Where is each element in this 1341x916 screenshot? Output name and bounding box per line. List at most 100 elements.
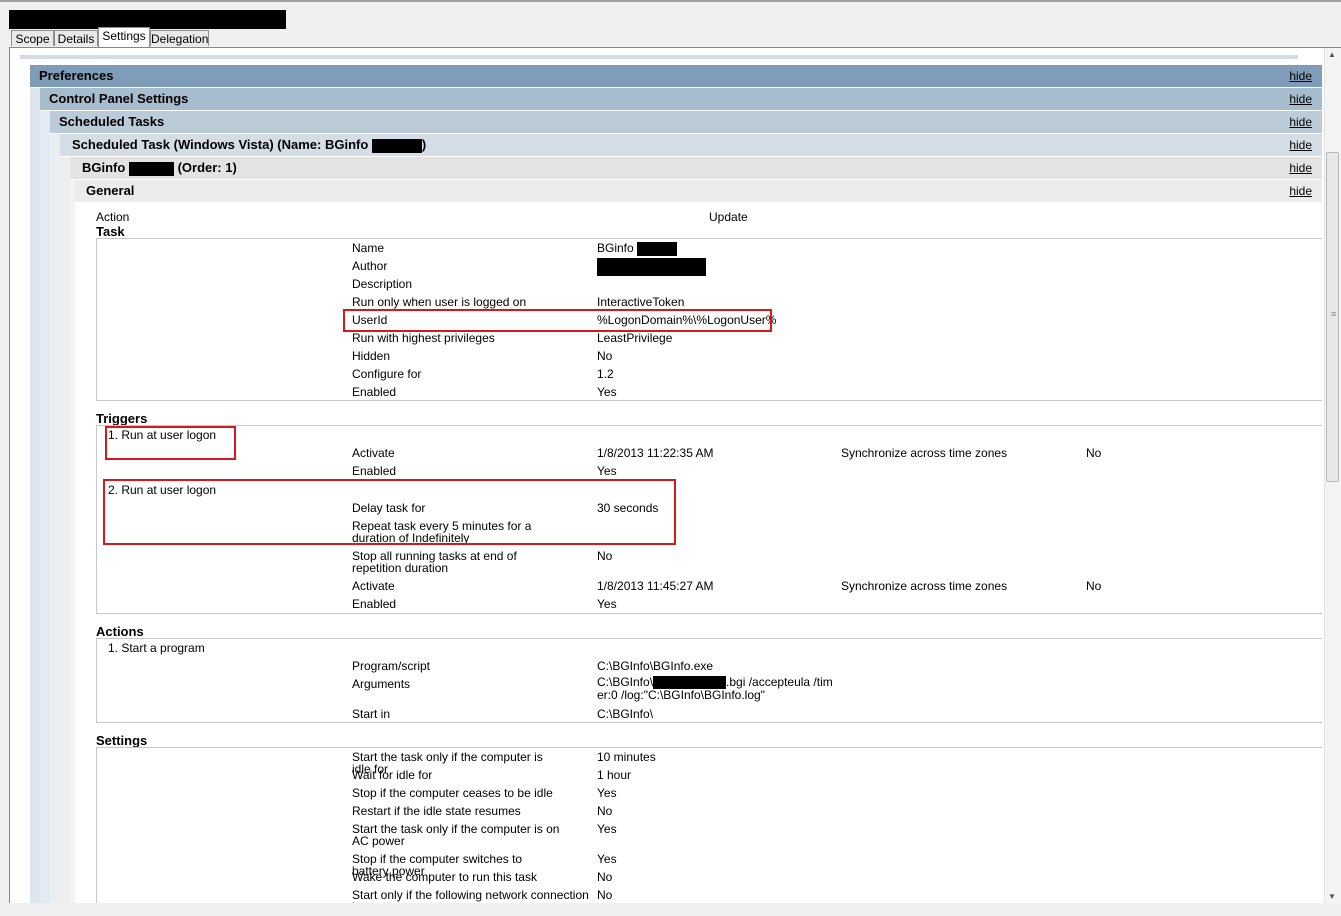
trigger-2-activate-value: 1/8/2013 11:45:27 AM bbox=[597, 579, 714, 593]
settings-network-value: No bbox=[597, 888, 613, 902]
header-task-item-label: Scheduled Task (Windows Vista) (Name: BG… bbox=[72, 137, 369, 152]
trigger-2-sync-value: No bbox=[1086, 579, 1102, 593]
indent-guide-1 bbox=[30, 88, 40, 903]
header-scheduled-tasks: Scheduled Tasks hide bbox=[50, 111, 1322, 133]
hide-link-control-panel[interactable]: hide bbox=[1289, 88, 1312, 110]
task-hidden-value: No bbox=[597, 349, 613, 363]
redacted-name-suffix bbox=[637, 242, 678, 256]
settings-wait-idle-value: 1 hour bbox=[597, 768, 632, 782]
hide-link-preferences[interactable]: hide bbox=[1289, 65, 1312, 87]
trigger-2-sync-label: Synchronize across time zones bbox=[841, 579, 1008, 593]
section-title-actions: Actions bbox=[96, 624, 144, 639]
report-content: Preferences hide Control Panel Settings … bbox=[10, 48, 1324, 903]
action-program-label: Program/script bbox=[352, 659, 431, 673]
window-titlebar bbox=[0, 0, 1341, 32]
task-run-only-value: InteractiveToken bbox=[597, 295, 685, 309]
settings-network-label: Start only if the following network conn… bbox=[352, 888, 589, 903]
trigger-1-sync-label: Synchronize across time zones bbox=[841, 446, 1008, 460]
settings-restart-idle-value: No bbox=[597, 804, 613, 818]
redacted-task-name bbox=[371, 138, 422, 153]
settings-stop-idle-value: Yes bbox=[597, 786, 617, 800]
tab-scope[interactable]: Scope bbox=[11, 30, 54, 46]
trigger-2-enabled-label: Enabled bbox=[352, 597, 397, 611]
section-title-triggers: Triggers bbox=[96, 411, 148, 426]
header-general: General hide bbox=[75, 180, 1322, 202]
settings-ac-power-value: Yes bbox=[597, 822, 617, 836]
header-general-label: General bbox=[86, 183, 135, 198]
settings-wait-idle-label: Wait for idle for bbox=[352, 768, 433, 782]
trigger-1-sync-value: No bbox=[1086, 446, 1102, 460]
settings-wake-value: No bbox=[597, 870, 613, 884]
scroll-thumb[interactable]: ≡ bbox=[1326, 152, 1339, 482]
task-name-label: Name bbox=[352, 241, 385, 255]
task-configure-for-value: 1.2 bbox=[597, 367, 614, 381]
indent-guide-4 bbox=[60, 157, 70, 903]
settings-wake-label: Wake the computer to run this task bbox=[352, 870, 537, 884]
section-title-task: Task bbox=[96, 224, 125, 239]
hide-link-bginfo[interactable]: hide bbox=[1289, 157, 1312, 179]
vertical-scrollbar[interactable]: ▲ ≡ ▼ bbox=[1324, 48, 1341, 903]
action-1-name: 1. Start a program bbox=[108, 641, 205, 655]
action-startin-label: Start in bbox=[352, 707, 391, 721]
header-scheduled-tasks-label: Scheduled Tasks bbox=[59, 114, 165, 129]
action-arguments-label: Arguments bbox=[352, 677, 411, 691]
header-bginfo-label: BGinfo bbox=[82, 160, 126, 175]
args-prefix: C:\BGInfo\ bbox=[597, 675, 654, 689]
scroll-up-icon[interactable]: ▲ bbox=[1328, 50, 1336, 59]
task-highest-privileges-value: LeastPrivilege bbox=[597, 331, 673, 345]
hide-link-task-item[interactable]: hide bbox=[1289, 134, 1312, 156]
task-author-value bbox=[597, 258, 706, 276]
header-preferences: Preferences hide bbox=[30, 65, 1322, 87]
trigger-1-enabled-label: Enabled bbox=[352, 464, 397, 478]
indent-guide-2 bbox=[40, 111, 50, 903]
highlight-trigger-2 bbox=[103, 479, 676, 545]
action-program-value: C:\BGInfo\BGInfo.exe bbox=[597, 659, 714, 673]
tab-details[interactable]: Details bbox=[54, 30, 98, 46]
action-label: Action bbox=[96, 210, 130, 224]
highlight-userid bbox=[343, 309, 772, 332]
settings-box bbox=[96, 747, 1322, 903]
indent-guide-3 bbox=[50, 134, 60, 903]
settings-stop-idle-label: Stop if the computer ceases to be idle bbox=[352, 786, 553, 800]
trigger-2-stop-label: Stop all running tasks at end of repetit… bbox=[352, 549, 517, 575]
action-startin-value: C:\BGInfo\ bbox=[597, 707, 654, 721]
trigger-2-activate-label: Activate bbox=[352, 579, 395, 593]
task-highest-privileges-label: Run with highest privileges bbox=[352, 331, 495, 345]
header-bginfo: BGinfo (Order: 1) hide bbox=[70, 157, 1322, 179]
args-suffix: .bgi /accepteula /tim bbox=[726, 675, 833, 689]
hide-link-scheduled-tasks[interactable]: hide bbox=[1289, 111, 1312, 133]
action-arguments-value: C:\BGInfo\ .bgi /accepteula /tim er:0 /lo… bbox=[597, 676, 837, 701]
task-enabled-label: Enabled bbox=[352, 385, 397, 399]
settings-idle-for-value: 10 minutes bbox=[597, 750, 656, 764]
trigger-1-enabled-value: Yes bbox=[597, 464, 617, 478]
highlight-trigger-1 bbox=[105, 426, 236, 460]
task-description-label: Description bbox=[352, 277, 413, 291]
top-gap-bar bbox=[20, 55, 1298, 59]
section-title-settings: Settings bbox=[96, 733, 148, 748]
status-bar bbox=[0, 903, 1341, 916]
task-author-label: Author bbox=[352, 259, 388, 273]
task-hidden-label: Hidden bbox=[352, 349, 391, 363]
redacted-author bbox=[597, 258, 706, 276]
settings-battery-value: Yes bbox=[597, 852, 617, 866]
grip-icon: ≡ bbox=[1331, 309, 1337, 319]
header-task-item-suffix: ) bbox=[421, 137, 427, 152]
settings-restart-idle-label: Restart if the idle state resumes bbox=[352, 804, 521, 818]
settings-ac-power-label: Start the task only if the computer is o… bbox=[352, 822, 560, 848]
header-preferences-label: Preferences bbox=[39, 68, 114, 83]
args-line-2: er:0 /log:"C:\BGInfo\BGInfo.log" bbox=[597, 688, 765, 703]
tab-delegation[interactable]: Delegation bbox=[150, 30, 209, 46]
indent-guide-5 bbox=[70, 180, 75, 903]
task-name-value: BGinfo bbox=[597, 242, 678, 256]
task-enabled-value: Yes bbox=[597, 385, 617, 399]
header-scheduled-task-item: Scheduled Task (Windows Vista) (Name: BG… bbox=[60, 134, 1322, 156]
header-bginfo-order: (Order: 1) bbox=[177, 160, 237, 175]
trigger-1-activate-label: Activate bbox=[352, 446, 395, 460]
tab-settings[interactable]: Settings bbox=[98, 27, 150, 47]
hide-link-general[interactable]: hide bbox=[1289, 180, 1312, 202]
task-configure-for-label: Configure for bbox=[352, 367, 422, 381]
redacted-bginfo-name bbox=[128, 161, 174, 176]
task-run-only-label: Run only when user is logged on bbox=[352, 295, 527, 309]
scroll-down-icon[interactable]: ▼ bbox=[1328, 892, 1336, 901]
action-value: Update bbox=[709, 210, 748, 224]
